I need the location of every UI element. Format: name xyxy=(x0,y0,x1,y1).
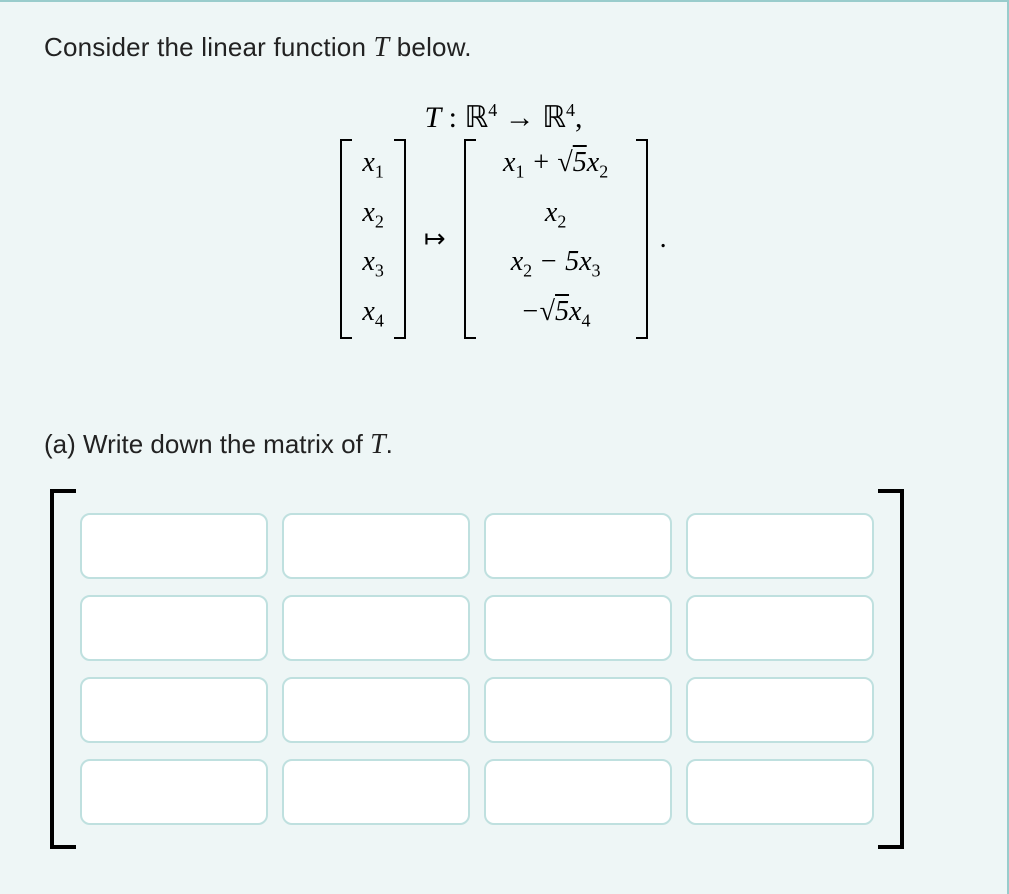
decl-comma: , xyxy=(575,101,583,134)
mapsto-icon: ↦ xyxy=(418,224,452,254)
matrix-cell-3-3[interactable] xyxy=(686,759,874,825)
matrix-cell-3-0[interactable] xyxy=(80,759,268,825)
vec-out-4: −√5x4 xyxy=(486,298,626,330)
part-a-period: . xyxy=(386,429,393,459)
matrix-cell-1-2[interactable] xyxy=(484,595,672,661)
function-declaration: T : ℝ4 → ℝ4, xyxy=(44,100,963,135)
matrix-cell-1-0[interactable] xyxy=(80,595,268,661)
matrix-input xyxy=(50,489,963,849)
matrix-cell-1-1[interactable] xyxy=(282,595,470,661)
matrix-cell-3-2[interactable] xyxy=(484,759,672,825)
decl-R1: ℝ xyxy=(465,101,489,134)
matrix-cell-0-3[interactable] xyxy=(686,513,874,579)
matrix-cell-1-3[interactable] xyxy=(686,595,874,661)
right-bracket-icon xyxy=(636,139,648,339)
vec-out-2: x2 xyxy=(486,199,626,231)
prompt-var: T xyxy=(374,32,390,63)
vec-in-4: x4 xyxy=(362,298,383,330)
matrix-right-bracket-icon xyxy=(878,489,904,849)
part-a-var: T xyxy=(370,429,386,460)
matrix-grid xyxy=(76,489,878,849)
matrix-cell-0-0[interactable] xyxy=(80,513,268,579)
part-a-text: (a) Write down the matrix of xyxy=(44,429,370,459)
matrix-cell-2-0[interactable] xyxy=(80,677,268,743)
output-vector: x1 + √5x2 x2 x2 − 5x3 −√5x4 xyxy=(464,139,648,339)
decl-arrow: → xyxy=(505,101,543,134)
prompt-before: Consider the linear function xyxy=(44,32,374,62)
decl-sup2: 4 xyxy=(566,100,575,120)
part-a-label: (a) Write down the matrix of T. xyxy=(44,429,963,461)
decl-colon: : xyxy=(449,101,465,134)
output-vector-col: x1 + √5x2 x2 x2 − 5x3 −√5x4 xyxy=(476,139,636,339)
matrix-cell-0-1[interactable] xyxy=(282,513,470,579)
matrix-cell-2-1[interactable] xyxy=(282,677,470,743)
left-bracket-icon xyxy=(340,139,352,339)
decl-sup1: 4 xyxy=(488,100,497,120)
vec-out-1: x1 + √5x2 xyxy=(486,149,626,181)
vec-out-3: x2 − 5x3 xyxy=(486,248,626,280)
question-panel: Consider the linear function T below. T … xyxy=(0,0,1009,894)
period: . xyxy=(660,223,667,255)
matrix-cell-2-2[interactable] xyxy=(484,677,672,743)
decl-R2: ℝ xyxy=(542,101,566,134)
matrix-left-bracket-icon xyxy=(50,489,76,849)
equation-block: T : ℝ4 → ℝ4, x1 x2 x3 x4 ↦ x xyxy=(44,100,963,339)
right-bracket-icon xyxy=(394,139,406,339)
left-bracket-icon xyxy=(464,139,476,339)
vec-in-1: x1 xyxy=(362,149,383,181)
prompt-after: below. xyxy=(389,32,471,62)
matrix-cell-2-3[interactable] xyxy=(686,677,874,743)
matrix-cell-0-2[interactable] xyxy=(484,513,672,579)
input-vector: x1 x2 x3 x4 xyxy=(340,139,405,339)
prompt-text: Consider the linear function T below. xyxy=(44,32,963,64)
decl-T: T xyxy=(424,101,441,134)
vec-in-2: x2 xyxy=(362,199,383,231)
input-vector-col: x1 x2 x3 x4 xyxy=(352,139,393,339)
matrix-cell-3-1[interactable] xyxy=(282,759,470,825)
mapping-row: x1 x2 x3 x4 ↦ x1 + √5x2 x2 x2 − 5x3 −√5x… xyxy=(44,139,963,339)
vec-in-3: x3 xyxy=(362,248,383,280)
